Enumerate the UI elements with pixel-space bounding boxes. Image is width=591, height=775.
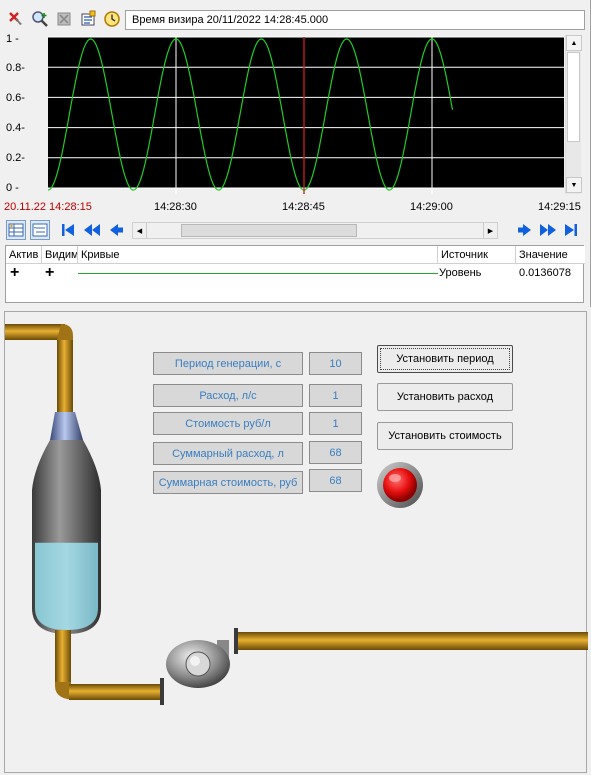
properties-icon[interactable] <box>78 9 98 29</box>
table-view-icon[interactable] <box>6 220 26 240</box>
active-toggle[interactable]: + <box>10 265 19 281</box>
curve-value: 0.0136078 <box>519 267 571 279</box>
curve-source: Уровень <box>439 267 482 279</box>
param-value-total-cost: 68 <box>309 469 362 492</box>
column-header-visible[interactable]: Видим <box>42 246 78 264</box>
plot-area <box>47 36 564 194</box>
x-tick-label: 14:28:30 <box>154 201 197 213</box>
trend-panel: Время визира 20/11/2022 14:28:45.000 1 -… <box>0 0 591 307</box>
pump[interactable] <box>166 640 230 688</box>
x-axis-labels: 20.11.22 14:28:15 14:28:30 14:28:45 14:29:0… <box>0 201 591 215</box>
fast-forward-icon[interactable] <box>537 220 557 240</box>
clock-icon[interactable] <box>102 9 122 29</box>
x-tick-label: 14:29:15 <box>538 201 581 213</box>
param-value-cost: 1 <box>309 412 362 435</box>
curve-sample <box>78 265 438 281</box>
scroll-thumb[interactable] <box>181 224 357 237</box>
set-cost-button[interactable]: Установить стоимость <box>377 422 513 450</box>
x-tick-label: 14:29:00 <box>410 201 453 213</box>
outlet-pipe <box>55 630 164 705</box>
plot-background <box>48 37 564 188</box>
process-diagram <box>5 324 588 705</box>
x-tick-label: 14:28:45 <box>282 201 325 213</box>
trend-toolbar: Время визира 20/11/2022 14:28:45.000 <box>4 9 587 31</box>
scroll-down-icon[interactable]: ▼ <box>566 177 582 193</box>
column-header-curves[interactable]: Кривые <box>78 246 438 264</box>
param-value-period: 10 <box>309 352 362 375</box>
process-mimic-panel: Период генерации, с 10 Расход, л/с 1 Сто… <box>4 311 588 773</box>
go-start-icon[interactable] <box>59 220 79 240</box>
step-forward-icon[interactable] <box>514 220 534 240</box>
param-label-total-cost: Суммарная стоимость, руб <box>153 471 303 494</box>
tank <box>32 412 101 634</box>
discharge-pipe <box>234 628 588 654</box>
column-header-active[interactable]: Актив <box>6 246 42 264</box>
scroll-left-icon[interactable]: ◀ <box>133 223 147 238</box>
param-label-cost: Стоимость руб/л <box>153 412 303 435</box>
inlet-pipe <box>5 324 73 412</box>
go-end-icon[interactable] <box>560 220 580 240</box>
param-label-total-flow: Суммарный расход, л <box>153 442 303 465</box>
param-label-flow: Расход, л/с <box>153 384 303 407</box>
param-label-period: Период генерации, с <box>153 352 303 375</box>
fast-back-icon[interactable] <box>83 220 103 240</box>
vertical-scrollbar[interactable]: ▲ ▼ <box>565 35 582 194</box>
cursor-off-icon[interactable] <box>6 9 26 29</box>
curves-table: Актив Видим Кривые Источник Значение + +… <box>5 245 585 303</box>
param-value-flow: 1 <box>309 384 362 407</box>
horizontal-scrollbar[interactable]: ◀ ▶ <box>132 222 498 239</box>
scroll-up-icon[interactable]: ▲ <box>566 35 582 51</box>
column-header-source[interactable]: Источник <box>438 246 516 264</box>
trend-chart[interactable]: 1 - 0.8- 0.6- 0.4- 0.2- 0 - <box>4 33 582 196</box>
set-flow-button[interactable]: Установить расход <box>377 383 513 411</box>
legend-icon[interactable] <box>30 220 50 240</box>
set-period-button[interactable]: Установить период <box>377 345 513 373</box>
visible-toggle[interactable]: + <box>45 265 54 281</box>
column-header-value[interactable]: Значение <box>516 246 585 264</box>
scroll-thumb[interactable] <box>567 52 580 142</box>
step-back-icon[interactable] <box>107 220 127 240</box>
navigation-toolbar: ◀ ▶ <box>4 219 584 241</box>
alarm-indicator-icon <box>377 462 423 508</box>
x-tick-label: 20.11.22 14:28:15 <box>4 201 92 213</box>
param-value-total-flow: 68 <box>309 441 362 464</box>
zoom-icon[interactable] <box>30 9 50 29</box>
cursor-time-field: Время визира 20/11/2022 14:28:45.000 <box>125 10 585 30</box>
delete-icon[interactable] <box>54 9 74 29</box>
scroll-right-icon[interactable]: ▶ <box>483 223 497 238</box>
